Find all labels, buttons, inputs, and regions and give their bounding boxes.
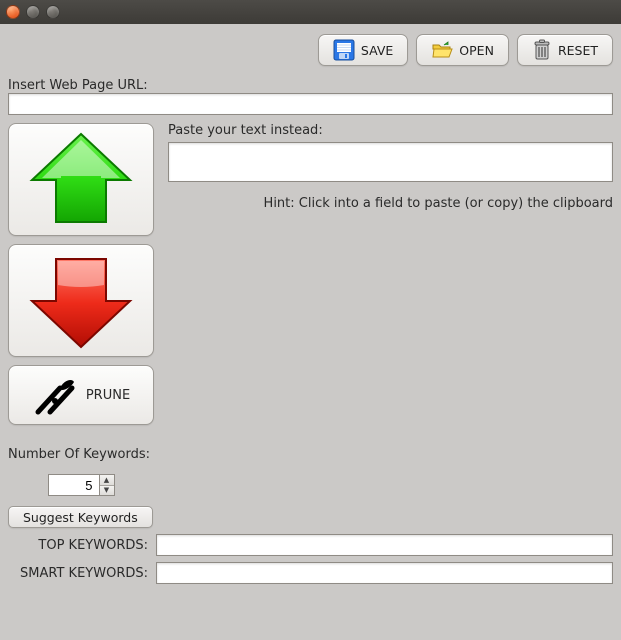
url-section: Insert Web Page URL: (8, 78, 613, 115)
reset-button-label: RESET (558, 43, 598, 58)
smart-keywords-input[interactable] (156, 562, 613, 584)
open-button-label: OPEN (459, 43, 494, 58)
top-keywords-row: TOP KEYWORDS: (8, 534, 613, 556)
arrow-down-icon (26, 251, 136, 351)
suggest-keywords-label: Suggest Keywords (23, 510, 138, 525)
move-down-button[interactable] (8, 244, 154, 357)
open-button[interactable]: OPEN (416, 34, 509, 66)
window-titlebar (0, 0, 621, 24)
num-keywords-label: Number Of Keywords: (8, 447, 154, 462)
window-close-button[interactable] (6, 5, 20, 19)
paste-label: Paste your text instead: (168, 123, 613, 138)
stepper-up-icon[interactable]: ▲ (100, 475, 114, 486)
window-maximize-button[interactable] (46, 5, 60, 19)
folder-open-icon (431, 39, 453, 61)
url-label: Insert Web Page URL: (8, 78, 613, 93)
bottom-section: Suggest Keywords TOP KEYWORDS: SMART KEY… (8, 504, 613, 584)
hint-text: Hint: Click into a field to paste (or co… (168, 196, 613, 211)
suggest-keywords-button[interactable]: Suggest Keywords (8, 506, 153, 528)
move-up-button[interactable] (8, 123, 154, 236)
top-keywords-input[interactable] (156, 534, 613, 556)
save-button[interactable]: SAVE (318, 34, 408, 66)
shears-icon (32, 372, 78, 418)
save-icon (333, 39, 355, 61)
smart-keywords-row: SMART KEYWORDS: (8, 562, 613, 584)
prune-button-label: PRUNE (86, 388, 130, 403)
trash-icon (532, 39, 552, 61)
reset-button[interactable]: RESET (517, 34, 613, 66)
save-button-label: SAVE (361, 43, 393, 58)
url-input[interactable] (8, 93, 613, 115)
paste-textarea[interactable] (168, 142, 613, 182)
right-column: Paste your text instead: Hint: Click int… (168, 123, 613, 211)
app-body: SAVE OPEN (0, 24, 621, 640)
window-minimize-button[interactable] (26, 5, 40, 19)
main-toolbar: SAVE OPEN (8, 34, 613, 66)
stepper-down-icon[interactable]: ▼ (100, 486, 114, 496)
arrow-up-icon (26, 130, 136, 230)
prune-button[interactable]: PRUNE (8, 365, 154, 425)
stepper-arrows[interactable]: ▲ ▼ (99, 475, 114, 495)
top-keywords-label: TOP KEYWORDS: (8, 538, 148, 553)
num-keywords-stepper[interactable]: ▲ ▼ (48, 474, 115, 496)
num-keywords-input[interactable] (49, 475, 99, 495)
smart-keywords-label: SMART KEYWORDS: (8, 566, 148, 581)
main-area: PRUNE Number Of Keywords: ▲ ▼ Paste your… (8, 123, 613, 496)
left-column: PRUNE Number Of Keywords: ▲ ▼ (8, 123, 154, 496)
